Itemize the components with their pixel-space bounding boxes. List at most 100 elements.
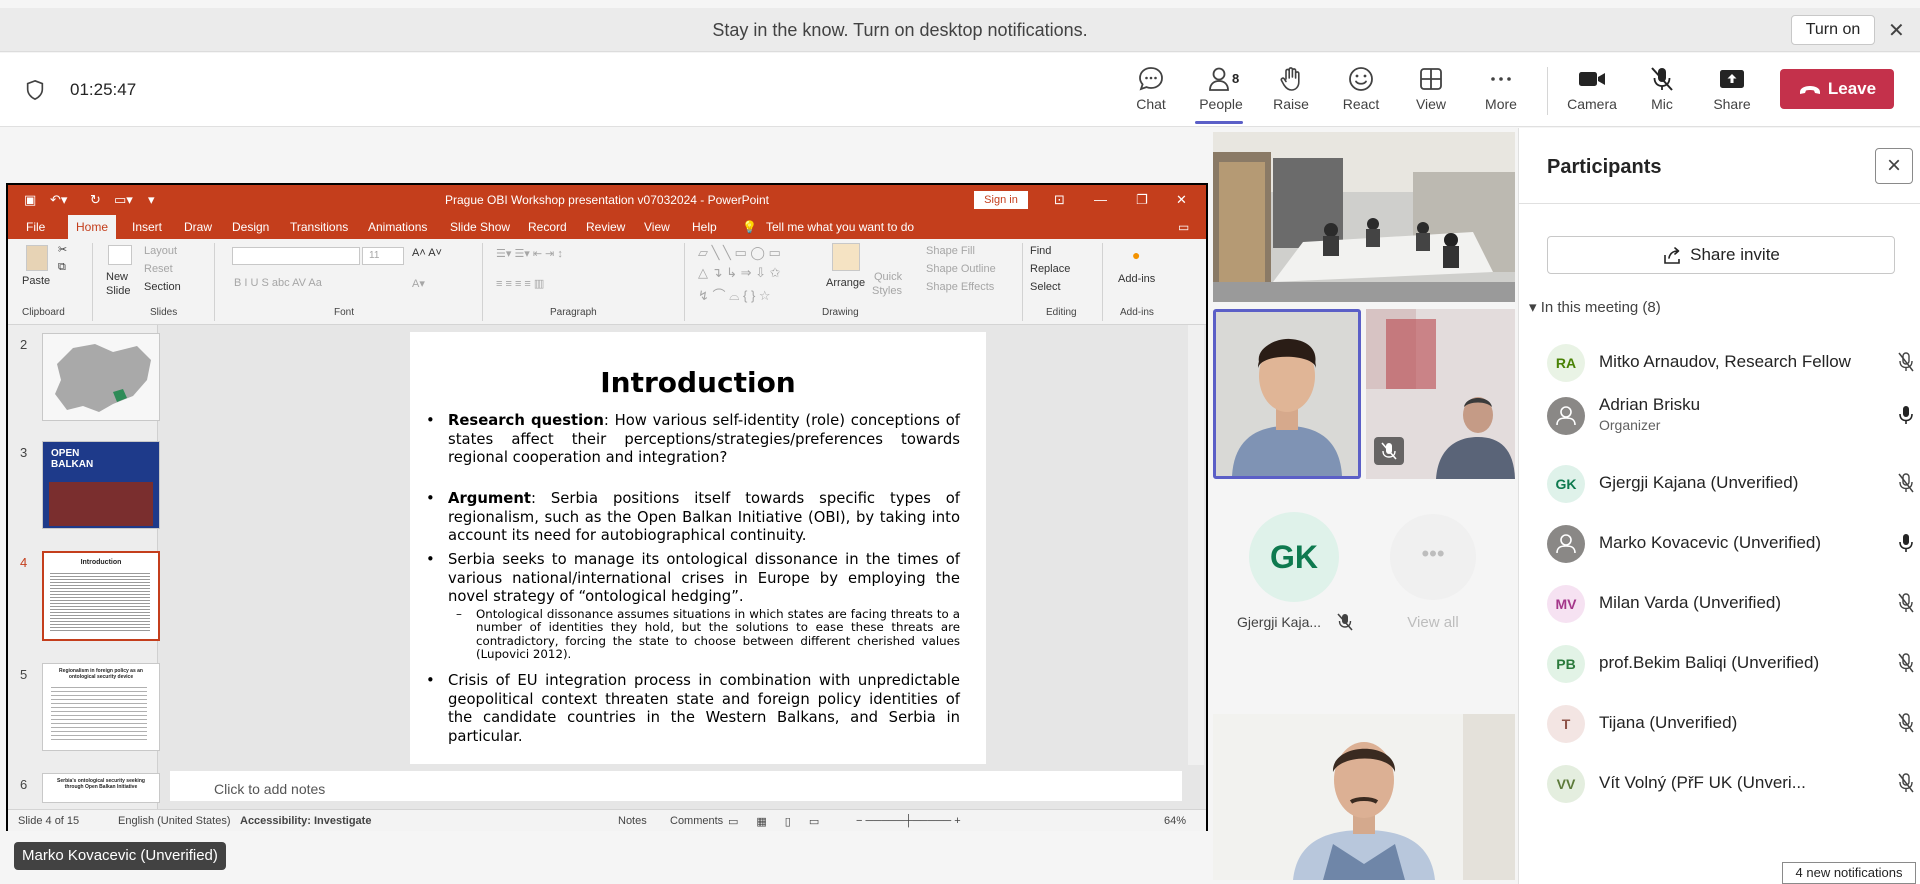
ppt-tab-insert: Insert (132, 220, 163, 234)
mic-button[interactable]: Mic (1632, 65, 1692, 121)
ppt-tab-view: View (644, 220, 670, 234)
ppt-tab-design: Design (232, 220, 270, 234)
participant-avatar (1547, 397, 1585, 435)
person-icon (1556, 406, 1576, 426)
participant-row[interactable]: PB prof.Bekim Baliqi (Unverified) (1547, 641, 1914, 687)
participant-row[interactable]: MV Milan Varda (Unverified) (1547, 581, 1914, 627)
participant-avatar: MV (1547, 585, 1585, 623)
meeting-stage: ▣ ↶▾ ↻ ▭▾ ▾ Prague OBI Workshop presenta… (0, 128, 1518, 884)
chat-button[interactable]: Chat (1121, 65, 1181, 121)
banner-text: Stay in the know. Turn on desktop notifi… (712, 20, 1088, 40)
gk-avatar: GK (1249, 512, 1339, 602)
shapes-gallery: ▱ ╲ ╲ ▭ ◯ ▭ (698, 245, 781, 260)
mic-off-icon (1651, 67, 1673, 91)
ppt-tab-transitions: Transitions (290, 220, 349, 234)
participant-name: Gjergji Kajana (Unverified) (1599, 473, 1799, 492)
mic-off-icon (1897, 713, 1915, 738)
group-slides: Slides (150, 307, 178, 318)
mic-on-icon (1897, 533, 1915, 558)
thumb-title: Serbia's ontological security seeking th… (57, 778, 145, 790)
ppt-editor: 2 3 OPEN BALKAN 4 Introduction 5 Regiona… (8, 325, 1206, 809)
hang-up-icon (1799, 85, 1820, 94)
ppt-tab-file: File (26, 220, 46, 234)
layout-label: Layout (144, 245, 178, 257)
people-icon (1209, 67, 1229, 91)
zoom-slider: − ─────┼───── + (856, 815, 961, 827)
people-label: People (1199, 96, 1243, 112)
bullet-text: Ontological dissonance assumes situation… (476, 607, 960, 662)
presenter-name-tag: Marko Kovacevic (Unverified) (14, 842, 226, 870)
ribbon-display-icon: ⊡ (1054, 192, 1065, 207)
close-icon[interactable]: ✕ (1888, 18, 1905, 43)
participant-avatar: T (1547, 705, 1585, 743)
arrange-icon (832, 243, 860, 271)
gk-name: Gjergji Kaja... (1237, 614, 1322, 630)
react-button[interactable]: React (1331, 65, 1391, 121)
hand-icon (1280, 67, 1300, 91)
reset-label: Reset (144, 263, 173, 275)
participant-row[interactable]: RA Mitko Arnaudov, Research Fellow (1547, 340, 1914, 386)
sub-bullet-definition: Ontological dissonance assumes situation… (454, 607, 960, 662)
view-button[interactable]: View (1401, 65, 1461, 121)
view-all-tile[interactable]: ••• View all (1366, 488, 1515, 638)
slide-thumbnail-3: OPEN BALKAN (42, 441, 160, 529)
view-all-label: View all (1407, 614, 1459, 631)
participant-name: Adrian Brisku (1599, 395, 1701, 414)
ppt-sign-in-button[interactable]: Sign in (974, 191, 1028, 209)
toolbar-divider (1547, 67, 1548, 115)
video-tile-marko[interactable] (1213, 714, 1515, 880)
slide-thumbnail-6: Serbia's ontological security seeking th… (42, 773, 160, 803)
leave-button[interactable]: Leave (1780, 69, 1894, 109)
camera-icon (1579, 72, 1605, 86)
shape-effects-label: Shape Effects (926, 281, 995, 293)
chat-icon (1139, 67, 1163, 91)
slide-thumbnail-5: Regionalism in foreign policy as an onto… (42, 663, 160, 751)
ppt-tab-slideshow: Slide Show (450, 220, 511, 234)
mic-on-icon (1897, 405, 1915, 430)
participant-row[interactable]: VV Vít Volný (PřF UK (Unveri... (1547, 761, 1914, 807)
mic-off-icon (1897, 773, 1915, 798)
ribbon-divider (1102, 243, 1103, 321)
ribbon-divider (1022, 243, 1023, 321)
video-tile-active-speaker[interactable] (1213, 309, 1361, 479)
more-icon: ••• (1390, 514, 1476, 600)
ppt-ribbon-tabs: File Home Insert Draw Design Transitions… (8, 215, 1206, 239)
ppt-tab-home: Home (68, 215, 116, 239)
participant-avatar: GK (1547, 465, 1585, 503)
bullet-text: Serbia seeks to manage its ontological d… (448, 551, 960, 606)
participant-row[interactable]: Adrian Brisku Organizer (1547, 393, 1913, 439)
in-meeting-section-header[interactable]: ▾ In this meeting (8) (1529, 298, 1661, 316)
people-button[interactable]: 8 People (1191, 65, 1251, 124)
camera-button[interactable]: Camera (1562, 65, 1622, 121)
speaker-video-image (1216, 312, 1358, 476)
slide-title: Introduction (600, 366, 796, 399)
participant-name: Mitko Arnaudov, Research Fellow (1599, 352, 1851, 371)
smile-icon (1349, 67, 1373, 91)
share-invite-button[interactable]: Share invite (1547, 236, 1895, 274)
ppt-close-icon: ✕ (1176, 192, 1187, 207)
slide-thumbnail-4: Introduction (42, 551, 160, 641)
zoom-level: 64% (1164, 815, 1187, 827)
notes-pane: Click to add notes (170, 771, 1182, 801)
people-count-badge: 8 (1232, 71, 1240, 86)
video-tile-room[interactable] (1213, 132, 1515, 302)
raise-hand-button[interactable]: Raise (1261, 65, 1321, 121)
participant-row[interactable]: Marko Kovacevic (Unverified) (1547, 521, 1913, 567)
view-label: View (1415, 96, 1447, 112)
video-tile-blurred-participant[interactable] (1366, 309, 1515, 479)
share-button[interactable]: Share (1702, 65, 1762, 121)
grid-icon (1420, 68, 1442, 90)
participant-row[interactable]: T Tijana (Unverified) (1547, 701, 1914, 747)
more-button[interactable]: More (1471, 65, 1531, 121)
close-icon[interactable]: × (1875, 148, 1913, 184)
more-label: More (1485, 96, 1517, 112)
share-invite-label: Share invite (1690, 245, 1780, 264)
participant-row[interactable]: GK Gjergji Kajana (Unverified) (1547, 461, 1914, 507)
meeting-room-image (1213, 132, 1515, 302)
participants-panel: Participants × Share invite ▾ In this me… (1518, 128, 1920, 884)
video-tile-gk[interactable]: GK Gjergji Kaja... (1213, 488, 1361, 638)
turn-on-notifications-button[interactable]: Turn on (1791, 15, 1875, 45)
shield-icon[interactable] (24, 79, 46, 106)
new-notifications-toast[interactable]: 4 new notifications (1782, 862, 1916, 884)
meeting-toolbar: 01:25:47 Chat 8 People Raise React View … (0, 53, 1920, 127)
